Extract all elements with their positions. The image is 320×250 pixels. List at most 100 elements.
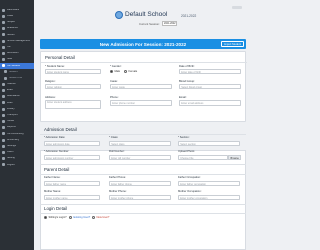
header: Default School 2021-2022 Current Session… — [34, 0, 250, 36]
gender-male-radio[interactable] — [110, 69, 113, 73]
divider — [40, 173, 246, 174]
section-title: Admission Detail — [44, 126, 77, 132]
email-label: Email: — [179, 95, 187, 99]
blood-group-select[interactable]: Select blood group — [179, 83, 241, 90]
menu-icon — [2, 132, 5, 136]
class-select[interactable]: Select class — [109, 140, 171, 147]
sidebar-item-label: Transport — [7, 114, 18, 117]
phone-input[interactable]: Enter phone number — [110, 100, 172, 106]
dob-label: Date of Birth: — [179, 64, 195, 68]
gender-label: * Gender: — [110, 64, 122, 68]
menu-icon — [2, 101, 5, 105]
menu-icon — [2, 163, 5, 167]
sidebar-item-label: Library — [7, 107, 15, 110]
user-menu-button[interactable] — [232, 6, 242, 9]
email-input[interactable]: Enter email address — [179, 100, 241, 106]
menu-icon — [2, 51, 5, 55]
sidebar-item-label: Teacher — [7, 83, 16, 86]
sidebar-item-label: Student List — [9, 76, 23, 79]
menu-icon — [2, 138, 5, 142]
admission-date-input[interactable]: Enter admission date — [44, 140, 100, 147]
caste-label: Caste: — [110, 79, 118, 83]
menu-icon — [2, 14, 5, 18]
father-name-label: Father Name: — [44, 176, 61, 179]
new-user-label: New User? — [96, 216, 110, 220]
father-phone-label: Father Phone: — [109, 176, 127, 179]
upload-photo-input[interactable]: Choose File — [178, 154, 228, 161]
dob-input[interactable]: Enter date of birth — [179, 68, 241, 75]
menu-icon — [2, 39, 5, 43]
student-name-input[interactable]: Enter student name — [45, 68, 101, 75]
address-textarea[interactable]: Enter student address — [45, 100, 101, 109]
personal-detail-card: Personal Detail * Student Name: Enter st… — [40, 51, 247, 122]
gender-female-label: Female — [128, 69, 138, 73]
sidebar-item-label: Academic — [7, 27, 18, 30]
divider — [40, 164, 246, 165]
school-name: Default School — [125, 11, 168, 18]
phone-label: Phone: — [110, 95, 119, 99]
sidebar-item-label: Class — [7, 15, 14, 18]
section-select[interactable]: Select section — [178, 140, 240, 147]
menu-icon — [2, 119, 5, 123]
section-title: Personal Detail — [45, 55, 75, 60]
blood-group-label: Blood Group: — [179, 79, 195, 83]
sidebar-item-label: Staff — [7, 58, 13, 61]
upload-photo-label: Upload Photo: — [178, 150, 196, 153]
sidebar-item-label: Exam — [7, 89, 14, 92]
section-title: Parent Detail — [44, 166, 70, 172]
mother-name-input[interactable]: Enter mother name — [44, 194, 100, 201]
session-select[interactable]: 2021-2022 — [162, 21, 177, 26]
menu-icon — [2, 126, 5, 130]
divider — [40, 134, 246, 135]
sidebar-item-label: Subject — [7, 21, 16, 24]
section-title: Login Detail — [44, 206, 68, 211]
menu-icon — [2, 144, 5, 148]
sidebar-item-logout[interactable]: Logout — [0, 162, 34, 168]
father-phone-input[interactable]: Enter father phone — [109, 180, 171, 187]
school-logo — [115, 11, 123, 19]
new-user-radio[interactable] — [92, 216, 95, 219]
sidebar-item-label: Accounting — [7, 138, 20, 141]
mother-phone-input[interactable]: Enter mother phone — [109, 194, 171, 201]
mother-occupation-input[interactable]: Enter mother occupation — [178, 194, 240, 201]
sidebar-item-label: HR Student — [7, 64, 20, 67]
sibling-login-label: Sibling's Login? — [48, 216, 67, 220]
existing-user-radio[interactable] — [69, 216, 72, 219]
religion-input[interactable]: Enter religion — [45, 83, 101, 90]
session-label: Current Session: — [139, 22, 160, 26]
admission-detail-card: Admission Detail * Admission Date: Enter… — [40, 123, 246, 250]
menu-icon — [2, 89, 5, 93]
menu-icon — [2, 27, 5, 31]
page-title: New Admission For Session: 2021-2022 — [99, 41, 187, 47]
menu-icon — [2, 33, 5, 37]
menu-icon — [2, 82, 5, 86]
sidebar-item-label: Users — [7, 151, 14, 154]
school-year: 2021-2022 — [181, 13, 197, 18]
menu-icon — [2, 107, 5, 111]
mother-phone-label: Mother Phone: — [109, 190, 127, 193]
menu-icon — [2, 20, 5, 24]
sidebar-item-label: Student — [9, 70, 18, 73]
mother-name-label: Mother Name: — [44, 190, 62, 193]
existing-user-label: Existing User? — [73, 216, 91, 220]
admission-date-label: * Admission Date: — [44, 136, 66, 139]
father-occupation-label: Father Occupation: — [178, 176, 201, 179]
main-content: Default School 2021-2022 Current Session… — [34, 0, 250, 250]
sidebar-item-label: HR Accounting — [7, 132, 24, 135]
caste-input[interactable]: Enter caste — [110, 83, 172, 90]
sidebar-item-label: Settings — [7, 144, 17, 147]
admission-number-input[interactable]: Enter admission number — [44, 154, 100, 161]
import-student-button[interactable]: Import Student — [220, 41, 244, 47]
divider — [40, 204, 246, 205]
sidebar-item-label: Admission — [7, 52, 19, 55]
menu-icon — [2, 113, 5, 117]
browse-button[interactable]: Browse — [228, 154, 242, 161]
sibling-login-radio[interactable] — [44, 216, 47, 219]
roll-number-input[interactable]: Enter roll number — [109, 154, 171, 161]
gender-female-radio[interactable] — [124, 69, 127, 73]
father-occupation-input[interactable]: Enter father occupation — [178, 180, 240, 187]
father-name-input[interactable]: Enter father name — [44, 180, 100, 187]
address-label: Address: — [45, 95, 56, 99]
menu-icon — [2, 45, 5, 49]
roll-number-label: Roll Number: — [109, 150, 125, 153]
